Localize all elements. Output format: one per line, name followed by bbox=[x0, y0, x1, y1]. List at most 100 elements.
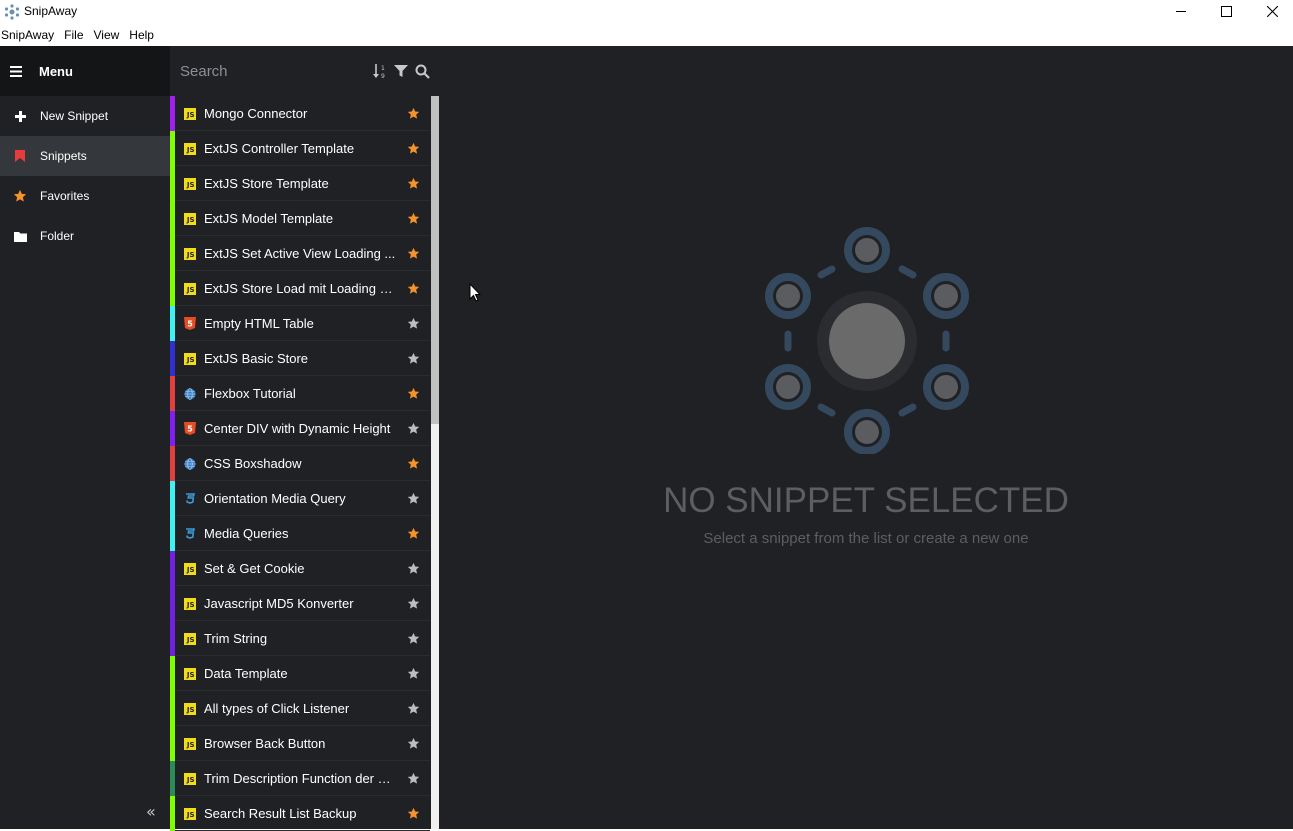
snippet-row[interactable]: 5 Center DIV with Dynamic Height bbox=[170, 411, 430, 446]
favorite-star-icon[interactable] bbox=[407, 807, 420, 820]
search-icon[interactable] bbox=[415, 64, 430, 79]
menu-file[interactable]: File bbox=[63, 25, 89, 46]
menu-toggle[interactable]: Menu bbox=[0, 46, 170, 96]
favorite-star-icon[interactable] bbox=[407, 247, 420, 260]
snippet-name: Media Queries bbox=[204, 526, 289, 541]
star-icon[interactable] bbox=[407, 702, 420, 715]
snippet-list-scrollbar[interactable] bbox=[431, 96, 439, 829]
svg-text:1: 1 bbox=[381, 65, 385, 72]
javascript-icon: JS bbox=[183, 352, 196, 365]
javascript-icon: JS bbox=[183, 247, 196, 260]
javascript-icon: JS bbox=[183, 737, 196, 750]
snippet-row[interactable]: CSS Boxshadow bbox=[170, 446, 430, 481]
snippet-name: ExtJS Store Template bbox=[204, 176, 329, 191]
snippet-row[interactable]: JS ExtJS Store Template bbox=[170, 166, 430, 201]
snippet-row[interactable]: 5 Empty HTML Table bbox=[170, 306, 430, 341]
snippet-row[interactable]: JS Trim Description Function der C... bbox=[170, 761, 430, 796]
maximize-button[interactable] bbox=[1203, 0, 1249, 22]
search-input[interactable]: Search bbox=[180, 63, 373, 80]
collapse-sidebar-icon[interactable]: « bbox=[146, 802, 156, 821]
javascript-icon: JS bbox=[183, 632, 196, 645]
snippet-row[interactable]: JS Data Template bbox=[170, 656, 430, 691]
snippet-row[interactable]: JS ExtJS Model Template bbox=[170, 201, 430, 236]
snippet-color-bar bbox=[170, 481, 175, 516]
snippet-row[interactable]: JS Trim String bbox=[170, 621, 430, 656]
snippet-color-bar bbox=[170, 341, 175, 376]
snippet-row[interactable]: JS ExtJS Set Active View Loading ... bbox=[170, 236, 430, 271]
snippet-row[interactable]: JS Mongo Connector bbox=[170, 96, 430, 131]
snippet-color-bar bbox=[170, 586, 175, 621]
snippet-name: Browser Back Button bbox=[204, 736, 326, 751]
snippet-color-bar bbox=[170, 306, 175, 341]
snippet-row[interactable]: Media Queries bbox=[170, 516, 430, 551]
menu-header-label: Menu bbox=[39, 63, 73, 79]
snippet-row[interactable]: JS Javascript MD5 Konverter bbox=[170, 586, 430, 621]
sidebar-item-folder[interactable]: Folder bbox=[0, 216, 170, 256]
snippet-color-bar bbox=[170, 551, 175, 586]
favorite-star-icon[interactable] bbox=[407, 142, 420, 155]
snippet-name: Trim String bbox=[204, 631, 268, 646]
favorite-star-icon[interactable] bbox=[407, 282, 420, 295]
star-icon[interactable] bbox=[407, 737, 420, 750]
scrollbar-thumb[interactable] bbox=[431, 96, 439, 424]
plus-icon bbox=[0, 110, 40, 122]
favorite-star-icon[interactable] bbox=[407, 177, 420, 190]
menu-view[interactable]: View bbox=[93, 25, 126, 46]
sidebar-item-snippets[interactable]: Snippets bbox=[0, 136, 170, 176]
snippet-row[interactable]: JS Set & Get Cookie bbox=[170, 551, 430, 586]
star-icon[interactable] bbox=[407, 352, 420, 365]
snippet-name: All types of Click Listener bbox=[204, 701, 350, 716]
favorite-star-icon[interactable] bbox=[407, 107, 420, 120]
star-icon[interactable] bbox=[407, 667, 420, 680]
snippet-color-bar bbox=[170, 446, 175, 481]
star-icon[interactable] bbox=[407, 492, 420, 505]
favorite-star-icon[interactable] bbox=[407, 212, 420, 225]
sort-icon[interactable]: 1 9 bbox=[373, 63, 387, 79]
snippet-row[interactable]: JS ExtJS Controller Template bbox=[170, 131, 430, 166]
sidebar-item-favorites[interactable]: Favorites bbox=[0, 176, 170, 216]
javascript-icon: JS bbox=[183, 107, 196, 120]
snippet-row[interactable]: JS ExtJS Basic Store bbox=[170, 341, 430, 376]
snippet-row[interactable]: Flexbox Tutorial bbox=[170, 376, 430, 411]
snippet-row[interactable]: Orientation Media Query bbox=[170, 481, 430, 516]
search-bar: Search 1 9 bbox=[170, 46, 439, 96]
title-bar: SnipAway bbox=[0, 0, 1293, 25]
favorite-star-icon[interactable] bbox=[407, 387, 420, 400]
star-icon[interactable] bbox=[407, 422, 420, 435]
sidebar-item-label: Snippets bbox=[40, 149, 87, 163]
menu-snipaway[interactable]: SnipAway bbox=[0, 25, 60, 46]
menu-help[interactable]: Help bbox=[128, 25, 160, 46]
globe-icon bbox=[183, 387, 196, 400]
maximize-icon bbox=[1220, 5, 1232, 17]
star-icon[interactable] bbox=[407, 772, 420, 785]
star-icon[interactable] bbox=[407, 597, 420, 610]
snippet-color-bar bbox=[170, 411, 175, 446]
snippet-row[interactable]: JS Browser Back Button bbox=[170, 726, 430, 761]
css3-icon bbox=[183, 527, 196, 540]
star-icon[interactable] bbox=[407, 562, 420, 575]
snippet-row[interactable]: JS ExtJS Store Load mit Loading M... bbox=[170, 271, 430, 306]
favorite-star-icon[interactable] bbox=[407, 527, 420, 540]
favorite-star-icon[interactable] bbox=[407, 457, 420, 470]
snippet-list: JS Mongo Connector JS ExtJS Controller Temp… bbox=[170, 96, 430, 831]
css3-icon bbox=[183, 492, 196, 505]
minimize-button[interactable] bbox=[1158, 0, 1204, 22]
star-icon[interactable] bbox=[407, 632, 420, 645]
snippet-row[interactable]: JS All types of Click Listener bbox=[170, 691, 430, 726]
star-icon[interactable] bbox=[407, 317, 420, 330]
snippet-row[interactable]: JS Search Result List Backup bbox=[170, 796, 430, 831]
svg-text:5: 5 bbox=[187, 425, 193, 434]
app-logo-icon bbox=[4, 4, 20, 20]
close-button[interactable] bbox=[1249, 0, 1293, 22]
close-icon bbox=[1266, 5, 1278, 17]
sidebar-item-new-snippet[interactable]: New Snippet bbox=[0, 96, 170, 136]
snippet-color-bar bbox=[170, 761, 175, 796]
sidebar-item-label: Folder bbox=[40, 229, 75, 243]
filter-icon[interactable] bbox=[394, 64, 408, 78]
javascript-icon: JS bbox=[183, 142, 196, 155]
snippet-color-bar bbox=[170, 96, 175, 131]
snippet-name: Mongo Connector bbox=[204, 106, 308, 121]
sidebar-item-label: New Snippet bbox=[40, 109, 109, 123]
star-icon bbox=[0, 189, 40, 203]
snippet-color-bar bbox=[170, 236, 175, 271]
